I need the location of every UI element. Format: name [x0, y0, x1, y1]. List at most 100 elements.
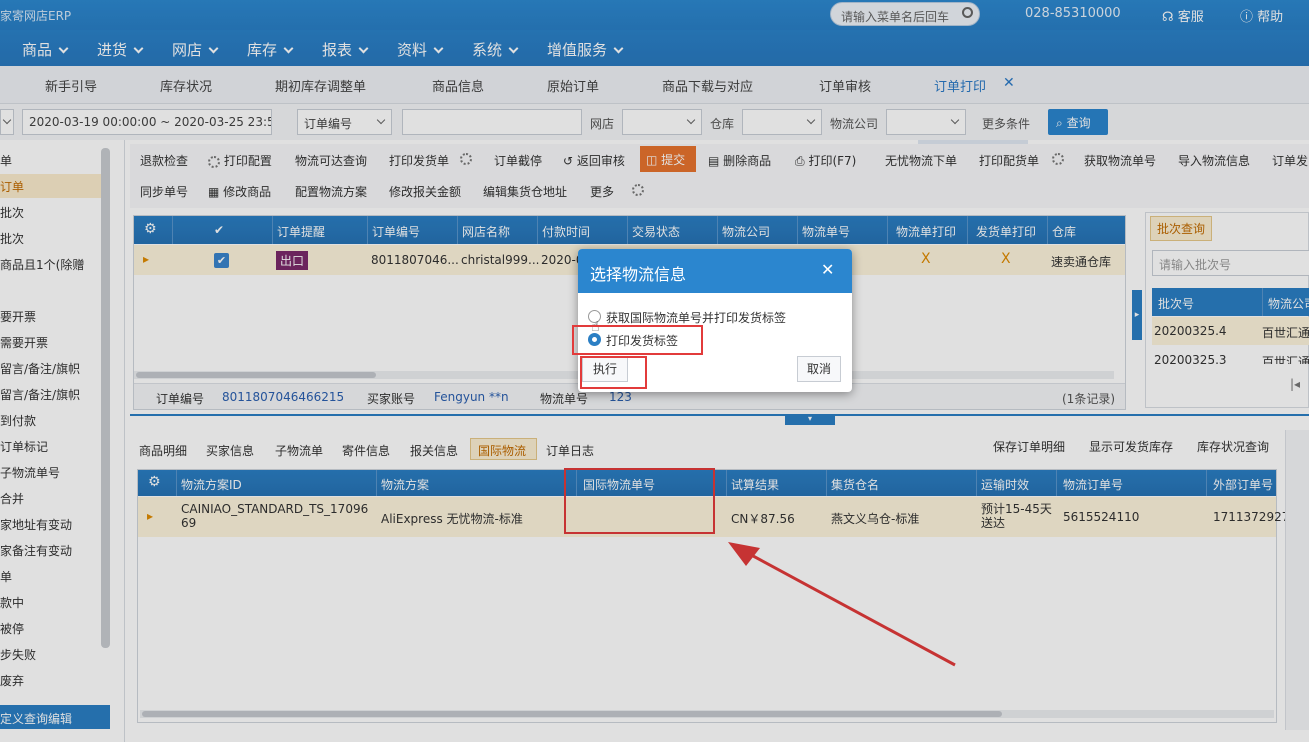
- col-shop-name[interactable]: 网店名称: [462, 223, 510, 240]
- query-button[interactable]: ⌕ 查询: [1048, 109, 1108, 135]
- row-checkbox[interactable]: ✔: [214, 253, 229, 268]
- close-icon[interactable]: ✕: [821, 260, 834, 279]
- col-logistics-company[interactable]: 物流公司: [722, 223, 770, 240]
- horizontal-scrollbar[interactable]: [140, 710, 1274, 718]
- sidebar-item[interactable]: 订单标记: [0, 438, 48, 455]
- sidebar-item[interactable]: 单: [0, 152, 12, 169]
- logistics-select[interactable]: [886, 109, 966, 135]
- order-ship-button[interactable]: 订单发: [1272, 152, 1308, 169]
- tab-order-print[interactable]: 订单打印: [934, 76, 986, 95]
- edit-warehouse-address-button[interactable]: 编辑集货仓地址: [483, 183, 567, 200]
- print-f7-button[interactable]: ⎙ 打印(F7): [795, 152, 856, 169]
- tab-sender-info[interactable]: 寄件信息: [342, 442, 390, 459]
- stock-status-query-button[interactable]: 库存状况查询: [1197, 438, 1269, 455]
- menu-goods[interactable]: 商品: [22, 39, 69, 60]
- sidebar-item[interactable]: 批次: [0, 230, 24, 247]
- tab-customs-info[interactable]: 报关信息: [410, 442, 458, 459]
- edit-goods-button[interactable]: ▦ 修改商品: [208, 183, 271, 200]
- sidebar-item-active[interactable]: 订单: [0, 178, 24, 195]
- return-review-button[interactable]: ↺ 返回审核: [563, 152, 625, 169]
- edit-customs-amount-button[interactable]: 修改报关金额: [389, 183, 461, 200]
- tab-batch-query[interactable]: 批次查询: [1150, 216, 1213, 241]
- gear-icon[interactable]: [632, 184, 644, 196]
- col-logistics-print[interactable]: 物流单打印: [896, 223, 956, 240]
- gear-icon[interactable]: [460, 153, 472, 165]
- sidebar-item[interactable]: 废弃: [0, 672, 24, 689]
- service-link[interactable]: ☊ 客服: [1162, 6, 1204, 25]
- tab-goods-download[interactable]: 商品下载与对应: [662, 76, 753, 95]
- tab-order-review[interactable]: 订单审核: [819, 76, 871, 95]
- tab-goods-info[interactable]: 商品信息: [432, 76, 484, 95]
- panel-splitter[interactable]: [130, 414, 1309, 416]
- collapse-bottom-panel-handle[interactable]: ▾: [785, 414, 835, 425]
- menu-inventory[interactable]: 库存: [247, 39, 294, 60]
- col-external-order-no[interactable]: 外部订单号: [1213, 476, 1273, 493]
- menu-data[interactable]: 资料: [397, 39, 444, 60]
- sidebar-scrollbar[interactable]: [101, 148, 110, 648]
- sidebar-item[interactable]: 款中: [0, 594, 24, 611]
- col-order-remind[interactable]: 订单提醒: [277, 223, 325, 240]
- submit-button[interactable]: ◫ 提交: [640, 146, 696, 172]
- get-tracking-button[interactable]: 获取物流单号: [1084, 152, 1156, 169]
- col-logistics-order-no[interactable]: 物流订单号: [1063, 476, 1123, 493]
- select-all-checkbox[interactable]: ✔: [214, 223, 224, 237]
- order-field-select[interactable]: 订单编号: [297, 109, 392, 135]
- option-get-intl-tracking-label[interactable]: 获取国际物流单号并打印发货标签: [606, 309, 786, 326]
- sidebar-item[interactable]: 家地址有变动: [0, 516, 72, 533]
- sidebar-item[interactable]: 要开票: [0, 308, 36, 325]
- order-stop-button[interactable]: 订单截停: [494, 152, 542, 169]
- menu-purchase[interactable]: 进货: [97, 39, 144, 60]
- order-keyword-input[interactable]: [402, 109, 582, 135]
- cancel-button[interactable]: 取消: [797, 356, 841, 382]
- tab-intl-logistics[interactable]: 国际物流: [478, 442, 526, 459]
- col-tracking-no[interactable]: 物流单号: [802, 223, 850, 240]
- sidebar-item[interactable]: 商品且1个(除赠: [0, 256, 84, 273]
- tab-sub-tracking[interactable]: 子物流单: [275, 442, 323, 459]
- tab-initial-stock[interactable]: 期初库存调整单: [275, 76, 366, 95]
- sidebar-item[interactable]: 子物流单号: [0, 464, 60, 481]
- config-logistics-plan-button[interactable]: 配置物流方案: [295, 183, 367, 200]
- tab-buyer-info[interactable]: 买家信息: [206, 442, 254, 459]
- collapse-right-panel-handle[interactable]: ▸: [1132, 290, 1142, 340]
- tab-order-log[interactable]: 订单日志: [546, 442, 594, 459]
- col-plan[interactable]: 物流方案: [381, 476, 429, 493]
- menu-reports[interactable]: 报表: [322, 39, 369, 60]
- tab-guide[interactable]: 新手引导: [45, 76, 97, 95]
- col-calc-result[interactable]: 试算结果: [731, 476, 779, 493]
- gear-icon[interactable]: [1052, 153, 1064, 165]
- menu-value-added[interactable]: 增值服务: [547, 39, 624, 60]
- sidebar-item[interactable]: 批次: [0, 204, 24, 221]
- filter-dropdown-left[interactable]: [0, 109, 14, 135]
- warehouse-select[interactable]: [742, 109, 822, 135]
- more-conditions-link[interactable]: 更多条件: [982, 115, 1030, 132]
- sidebar-item[interactable]: 被停: [0, 620, 24, 637]
- sidebar-item[interactable]: 留言/备注/旗帜: [0, 360, 80, 377]
- gear-icon[interactable]: ⚙: [144, 221, 157, 237]
- sidebar-item[interactable]: 单: [0, 568, 12, 585]
- col-trade-status[interactable]: 交易状态: [632, 223, 680, 240]
- print-config-button[interactable]: 打印配置: [208, 152, 272, 169]
- col-transit-time[interactable]: 运输时效: [981, 476, 1029, 493]
- col-batch-no[interactable]: 批次号: [1158, 295, 1194, 312]
- sidebar-item[interactable]: 到付款: [0, 412, 36, 429]
- date-range-input[interactable]: 2020-03-19 00:00:00 ~ 2020-03-25 23:59:5…: [22, 109, 272, 135]
- col-delivery-print[interactable]: 发货单打印: [976, 223, 1036, 240]
- more-button[interactable]: 更多: [590, 183, 614, 200]
- sidebar-item[interactable]: 合并: [0, 490, 24, 507]
- sidebar-item[interactable]: 步失败: [0, 646, 36, 663]
- search-icon[interactable]: [962, 7, 973, 18]
- sidebar-item[interactable]: 留言/备注/旗帜: [0, 386, 80, 403]
- col-plan-id[interactable]: 物流方案ID: [181, 476, 242, 493]
- batch-row[interactable]: 20200325.3 百世汇通: [1152, 348, 1309, 364]
- menu-system[interactable]: 系统: [472, 39, 519, 60]
- show-stock-button[interactable]: 显示可发货库存: [1089, 438, 1173, 455]
- sidebar-item[interactable]: 需要开票: [0, 334, 48, 351]
- menu-search-input[interactable]: 请输入菜单名后回车: [830, 2, 980, 26]
- tab-goods-detail[interactable]: 商品明细: [139, 442, 187, 459]
- logistics-reach-button[interactable]: 物流可达查询: [295, 152, 367, 169]
- sidebar-item[interactable]: 家备注有变动: [0, 542, 72, 559]
- wuyou-order-button[interactable]: 无忧物流下单: [885, 152, 957, 169]
- col-pay-time[interactable]: 付款时间: [542, 223, 590, 240]
- first-page-icon[interactable]: |◂: [1290, 377, 1300, 391]
- tab-stock-status[interactable]: 库存状况: [160, 76, 212, 95]
